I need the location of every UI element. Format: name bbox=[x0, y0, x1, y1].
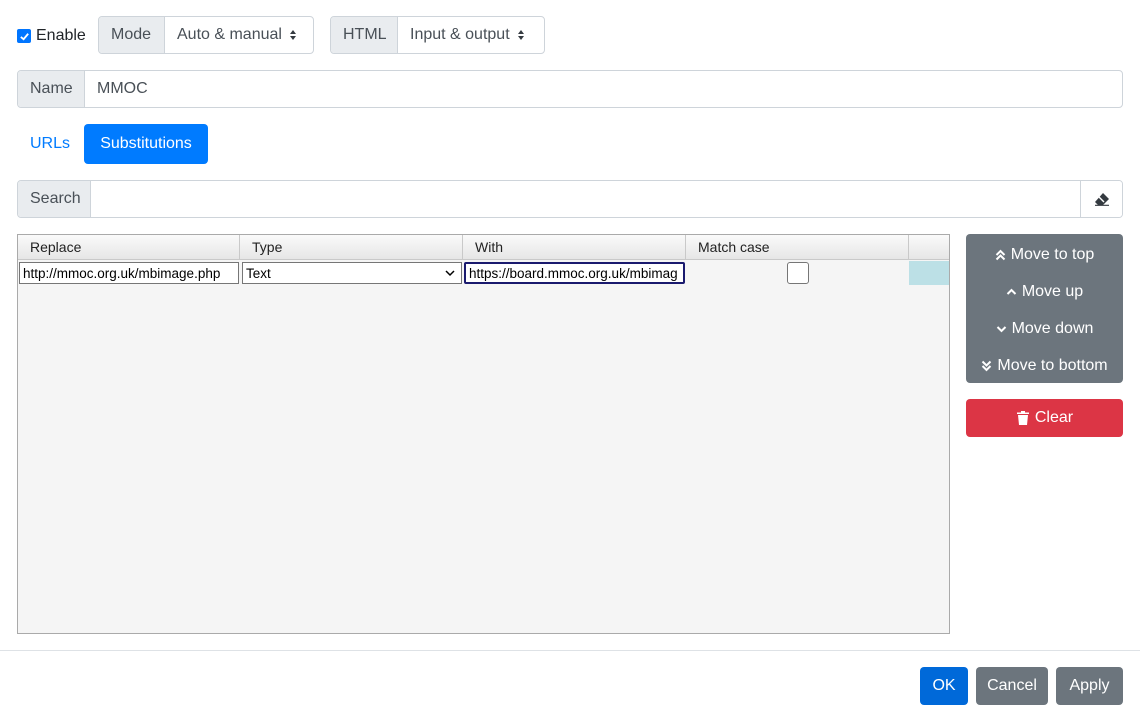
column-header-with[interactable]: With bbox=[463, 235, 686, 259]
updown-icon bbox=[517, 29, 525, 41]
mode-group: Mode Auto & manual bbox=[98, 16, 314, 54]
substitutions-grid: Replace Type With Match case http://mmoc… bbox=[17, 234, 950, 634]
updown-icon bbox=[289, 29, 297, 41]
column-header-match-case[interactable]: Match case bbox=[686, 235, 909, 259]
column-header-replace[interactable]: Replace bbox=[18, 235, 240, 259]
enable-label: Enable bbox=[36, 27, 86, 44]
ok-button[interactable]: OK bbox=[920, 667, 968, 705]
type-selected-value: Text bbox=[246, 265, 271, 281]
html-select[interactable]: Input & output bbox=[398, 17, 537, 53]
mode-select[interactable]: Auto & manual bbox=[165, 17, 309, 53]
column-header-type[interactable]: Type bbox=[240, 235, 463, 259]
column-header-empty bbox=[909, 235, 949, 259]
name-input[interactable]: MMOC bbox=[85, 71, 160, 107]
check-icon bbox=[19, 32, 29, 41]
replace-input[interactable]: http://mmoc.org.uk/mbimage.php bbox=[19, 262, 239, 284]
name-label: Name bbox=[18, 71, 85, 107]
match-case-checkbox[interactable] bbox=[787, 262, 809, 284]
cancel-button[interactable]: Cancel bbox=[976, 667, 1048, 705]
clear-button[interactable]: Clear bbox=[966, 399, 1123, 437]
move-up-label: Move up bbox=[1021, 282, 1084, 300]
move-to-bottom-button[interactable]: Move to bottom bbox=[966, 347, 1123, 384]
double-chevron-up-icon bbox=[995, 249, 1005, 260]
chevron-down-icon bbox=[996, 325, 1006, 332]
move-button-group: Move to top Move up Move down Move to bo… bbox=[966, 234, 1123, 383]
double-chevron-down-icon bbox=[982, 360, 992, 371]
tab-urls[interactable]: URLs bbox=[17, 124, 83, 164]
move-to-top-button[interactable]: Move to top bbox=[966, 236, 1123, 273]
chevron-down-icon bbox=[445, 269, 455, 276]
eraser-icon bbox=[1094, 193, 1109, 206]
footer-divider bbox=[0, 650, 1140, 651]
type-select[interactable]: Text bbox=[242, 262, 462, 284]
enable-toggle[interactable]: Enable bbox=[17, 24, 86, 48]
mode-label: Mode bbox=[99, 17, 165, 53]
move-to-bottom-label: Move to bottom bbox=[997, 356, 1108, 374]
search-group: Search bbox=[17, 180, 1123, 218]
mode-selected-value: Auto & manual bbox=[177, 26, 282, 43]
search-label: Search bbox=[18, 181, 91, 217]
search-input[interactable] bbox=[91, 181, 1080, 217]
move-to-top-label: Move to top bbox=[1010, 245, 1095, 263]
html-label: HTML bbox=[331, 17, 398, 53]
move-up-button[interactable]: Move up bbox=[966, 273, 1123, 310]
trash-icon bbox=[1016, 411, 1029, 425]
html-selected-value: Input & output bbox=[410, 26, 510, 43]
with-input[interactable]: https://board.mmoc.org.uk/mbimag bbox=[464, 262, 685, 284]
html-group: HTML Input & output bbox=[330, 16, 545, 54]
chevron-up-icon bbox=[1006, 288, 1017, 295]
enable-checkbox[interactable] bbox=[17, 29, 31, 43]
apply-button[interactable]: Apply bbox=[1056, 667, 1123, 705]
clear-label: Clear bbox=[1034, 409, 1074, 426]
grid-header: Replace Type With Match case bbox=[18, 235, 949, 260]
tab-substitutions[interactable]: Substitutions bbox=[84, 124, 208, 164]
move-down-button[interactable]: Move down bbox=[966, 310, 1123, 347]
name-group: Name MMOC bbox=[17, 70, 1123, 108]
clear-search-button[interactable] bbox=[1080, 181, 1122, 217]
row-selector-cell[interactable] bbox=[909, 261, 949, 285]
move-down-label: Move down bbox=[1011, 319, 1094, 337]
